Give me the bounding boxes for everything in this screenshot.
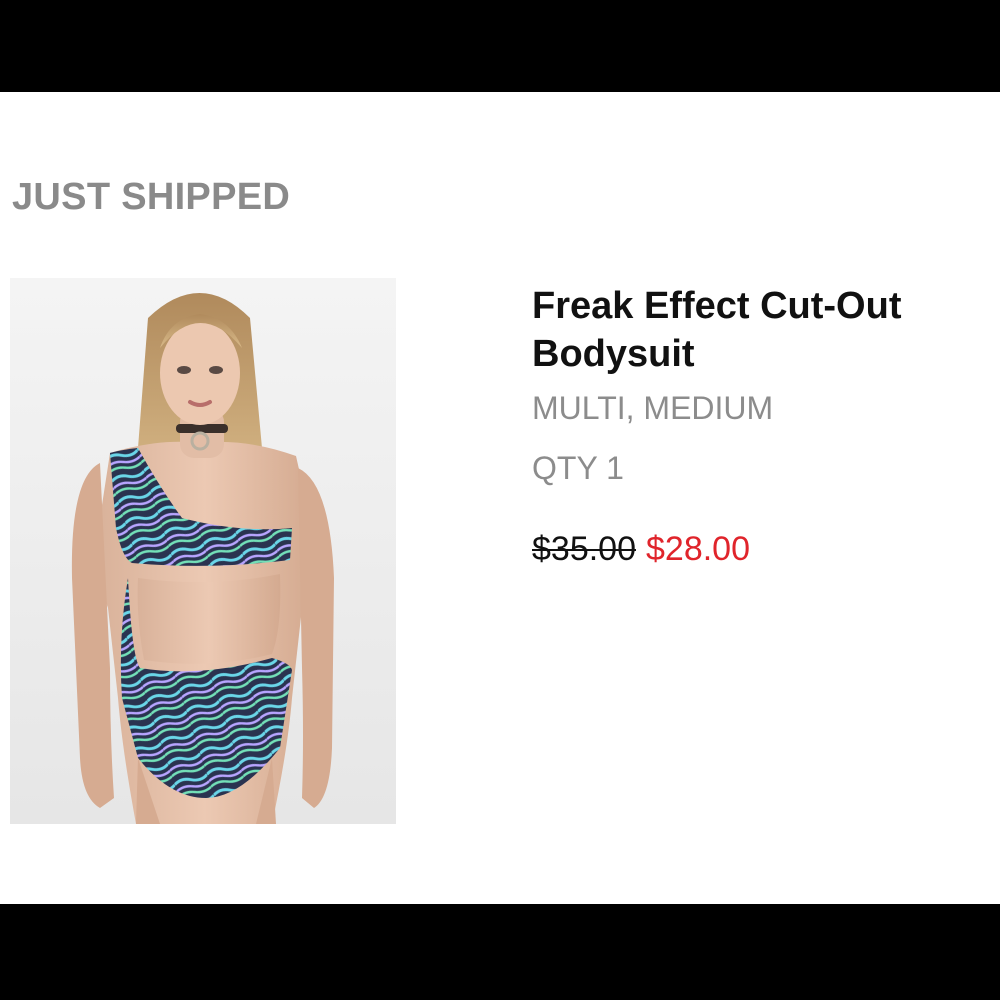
product-details: Freak Effect Cut-Out Bodysuit MULTI, MED… <box>532 282 992 570</box>
original-price: $35.00 <box>532 530 636 568</box>
price-block: $35.00 $28.00 <box>532 528 992 570</box>
product-variant: MULTI, MEDIUM <box>532 390 774 426</box>
product-name[interactable]: Freak Effect Cut-Out Bodysuit <box>532 282 992 378</box>
screen: JUST SHIPPED Freak Effect Cut-Out Bodysu… <box>0 0 1000 1000</box>
shipment-card: JUST SHIPPED Freak Effect Cut-Out Bodysu… <box>0 92 1000 904</box>
section-title: JUST SHIPPED <box>12 176 291 218</box>
product-quantity: QTY 1 <box>532 450 624 486</box>
product-name-line2: Bodysuit <box>532 333 695 375</box>
product-image[interactable] <box>10 278 396 824</box>
product-name-line1: Freak Effect Cut-Out <box>532 285 902 327</box>
sale-price: $28.00 <box>646 530 750 568</box>
